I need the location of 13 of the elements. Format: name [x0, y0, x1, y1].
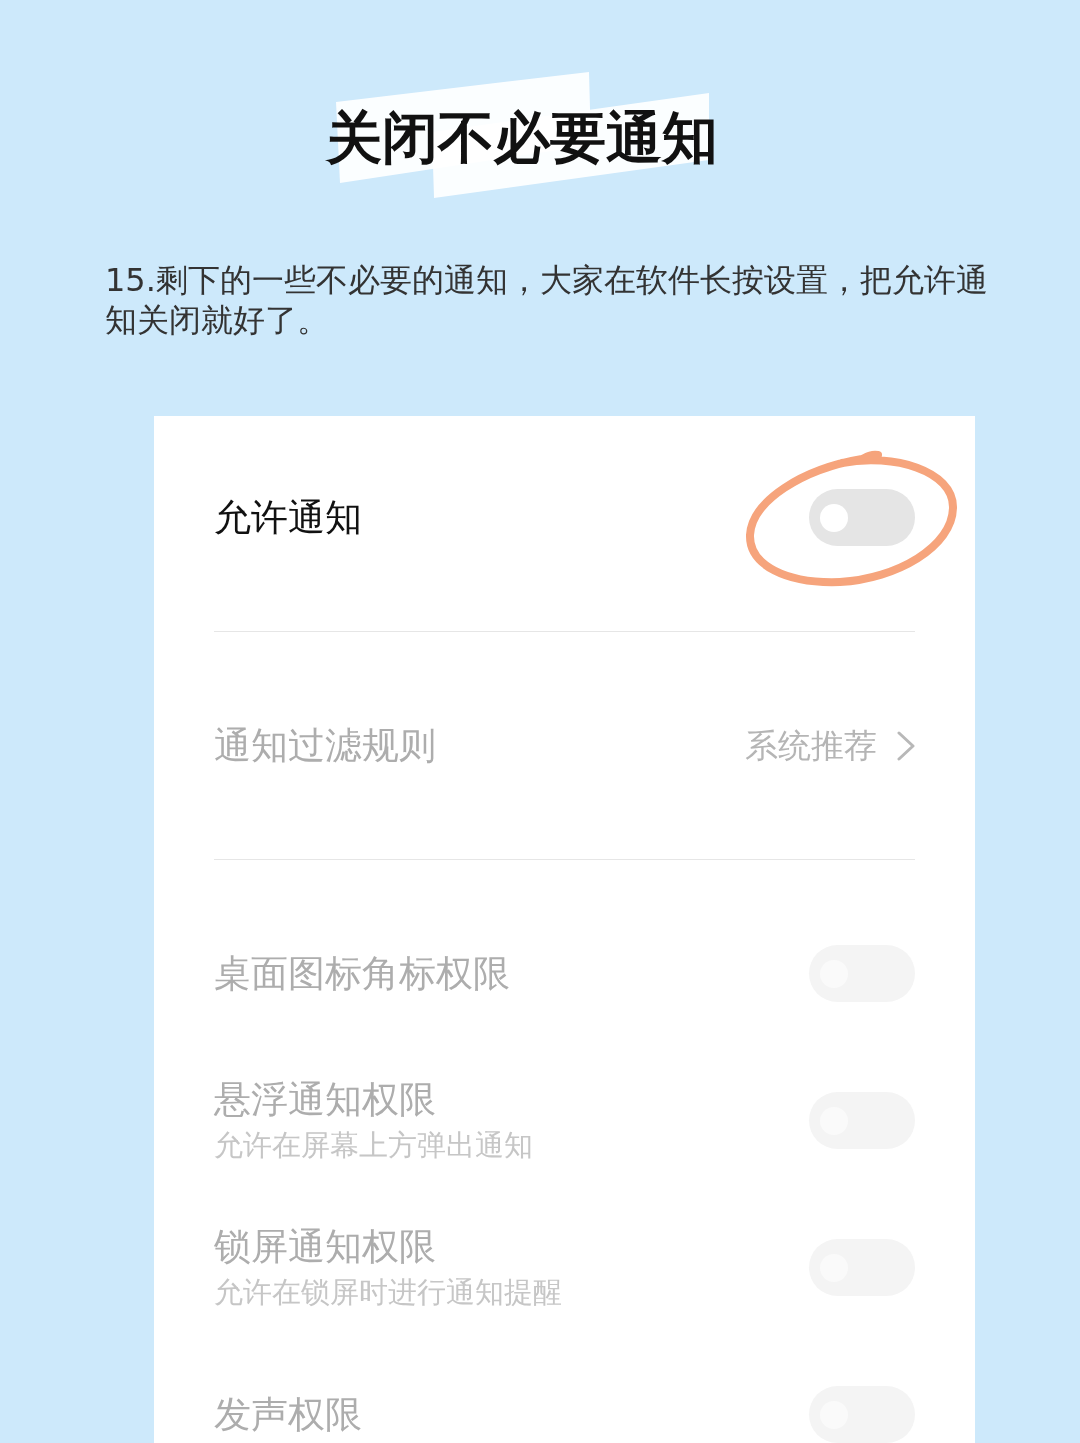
setting-label: 桌面图标角标权限: [214, 950, 510, 997]
instruction-text: 15.剩下的一些不必要的通知，大家在软件长按设置，把允许通知关闭就好了。: [105, 260, 989, 340]
setting-description: 允许在屏幕上方弹出通知: [214, 1126, 533, 1164]
page-title: 关闭不必要通知: [326, 104, 718, 172]
toggle-switch[interactable]: [809, 489, 915, 546]
setting-label: 悬浮通知权限: [214, 1076, 437, 1123]
setting-value: 系统推荐: [745, 724, 877, 767]
setting-label: 发声权限: [214, 1391, 362, 1438]
chevron-right-icon: [897, 730, 915, 761]
setting-label: 锁屏通知权限: [214, 1223, 437, 1270]
setting-label: 允许通知: [214, 494, 362, 541]
setting-label: 通知过滤规则: [214, 722, 436, 769]
setting-description: 允许在锁屏时进行通知提醒: [214, 1273, 562, 1311]
